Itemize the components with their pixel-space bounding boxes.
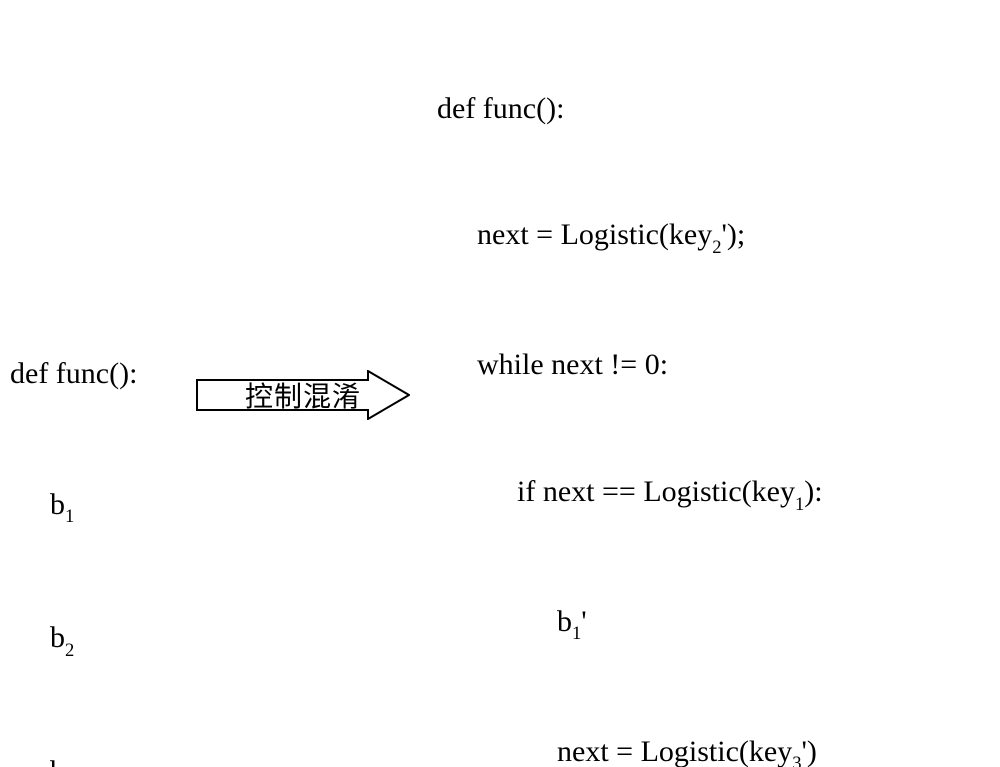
left-code-block: def func(): b1 b2 b3 b4 bbox=[10, 265, 137, 767]
left-b1-base: b bbox=[50, 488, 65, 521]
left-b3-base: b bbox=[50, 755, 65, 767]
r-l3-b: ): bbox=[804, 475, 822, 508]
r-l4-sub: 1 bbox=[572, 623, 581, 644]
r-l4-b: ' bbox=[581, 605, 586, 638]
right-line-init-next: next = Logistic(key2'); bbox=[437, 214, 844, 259]
left-b2-sub: 2 bbox=[65, 640, 74, 661]
right-code-block: def func(): next = Logistic(key2'); whil… bbox=[437, 3, 844, 767]
r-l5-a: next = Logistic(key bbox=[557, 735, 792, 767]
left-line-b2: b2 bbox=[10, 616, 137, 663]
arrow-label: 控制混淆 bbox=[196, 375, 410, 415]
r-l5-b: ') bbox=[802, 735, 817, 767]
diagram-stage: def func(): b1 b2 b3 b4 控制混淆 def func():… bbox=[0, 0, 1000, 767]
left-line-def: def func(): bbox=[10, 352, 137, 396]
r-l1-a: next = Logistic(key bbox=[477, 218, 712, 251]
left-line-b3: b3 bbox=[10, 750, 137, 767]
r-l1-sub: 2 bbox=[712, 237, 721, 258]
transform-arrow: 控制混淆 bbox=[196, 370, 410, 420]
r-l4-a: b bbox=[557, 605, 572, 638]
right-line-next1: next = Logistic(key3') bbox=[437, 731, 844, 767]
r-l1-b: '); bbox=[722, 218, 746, 251]
right-line-b1: b1' bbox=[437, 601, 844, 646]
r-l3-sub: 1 bbox=[795, 494, 804, 515]
right-line-while: while next != 0: bbox=[437, 344, 844, 386]
left-line-b1: b1 bbox=[10, 483, 137, 530]
right-line-def: def func(): bbox=[437, 88, 844, 130]
r-l3-a: if next == Logistic(key bbox=[517, 475, 795, 508]
left-b2-base: b bbox=[50, 621, 65, 654]
r-l5-sub: 3 bbox=[792, 753, 801, 767]
left-b1-sub: 1 bbox=[65, 506, 74, 527]
right-line-if1: if next == Logistic(key1): bbox=[437, 471, 844, 516]
